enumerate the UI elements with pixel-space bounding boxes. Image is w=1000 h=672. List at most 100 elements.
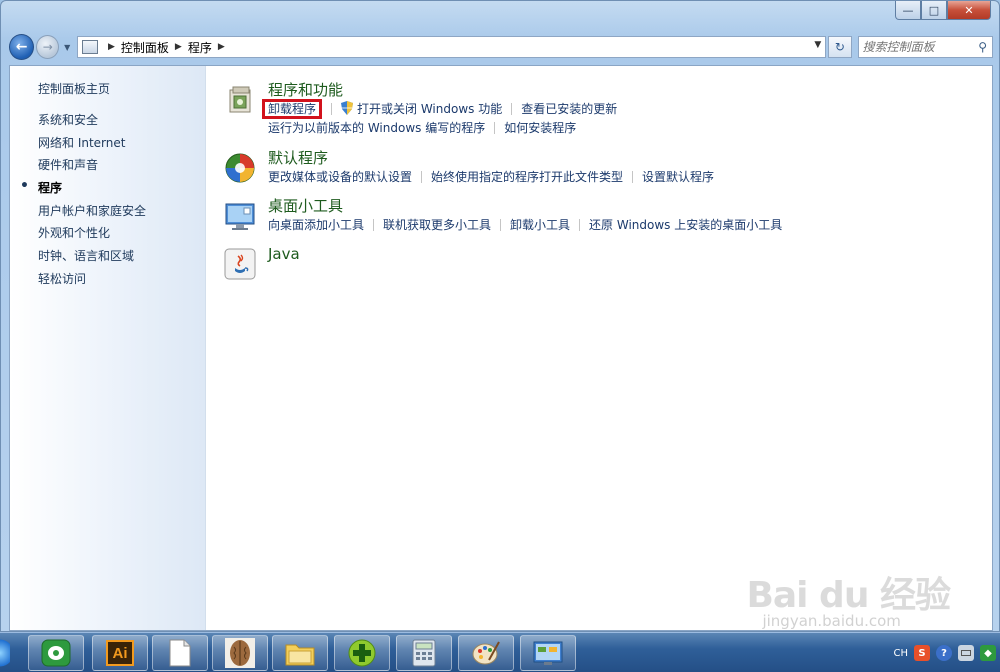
desktop-gadgets-icon[interactable] — [224, 200, 256, 232]
sidebar-item-user-accounts[interactable]: 用户帐户和家庭安全 — [38, 202, 205, 225]
sidebar-item-clock-language[interactable]: 时钟、语言和区域 — [38, 247, 205, 270]
back-arrow-icon: ← — [15, 39, 28, 55]
address-dropdown-icon[interactable]: ▼ — [814, 40, 821, 50]
breadcrumb-chevron-icon[interactable]: ▶ — [218, 42, 225, 52]
recent-pages-dropdown[interactable]: ▼ — [61, 43, 73, 52]
keyboard-icon[interactable] — [958, 645, 974, 661]
category-desktop-gadgets: 桌面小工具 向桌面添加小工具 联机获取更多小工具 卸载小工具 还原 Windows 上… — [224, 196, 984, 244]
sidebar-item-appearance[interactable]: 外观和个性化 — [38, 224, 205, 247]
blank-document-icon — [169, 639, 191, 667]
taskbar-app-control-panel[interactable] — [520, 635, 576, 671]
link-divider — [511, 103, 513, 115]
programs-features-icon[interactable] — [224, 84, 256, 116]
navigation-bar: ← → ▼ ▶ 控制面板 ▶ 程序 ▶ ▼ ↻ ⚲ — [9, 33, 993, 61]
file-explorer-icon — [285, 644, 315, 666]
taskbar-app-paint[interactable] — [458, 635, 514, 671]
link-divider — [331, 103, 333, 115]
search-icon[interactable]: ⚲ — [978, 40, 987, 54]
search-box[interactable]: ⚲ — [857, 36, 993, 58]
paint-icon — [472, 641, 500, 665]
control-panel-small-icon — [81, 40, 98, 54]
category-links: 向桌面添加小工具 联机获取更多小工具 卸载小工具 还原 Windows 上安装的桌面小… — [268, 216, 984, 235]
taskbar-app-green[interactable] — [28, 635, 84, 671]
taskbar-app-image[interactable] — [212, 635, 268, 671]
link-divider — [579, 219, 581, 231]
uninstall-program-link[interactable]: 卸载程序 — [262, 99, 323, 119]
taskbar-app-explorer[interactable] — [272, 635, 328, 671]
set-default-programs-link[interactable]: 设置默认程序 — [642, 170, 714, 184]
uninstall-gadget-link[interactable]: 卸载小工具 — [510, 218, 570, 232]
refresh-icon: ↻ — [834, 40, 845, 54]
breadcrumb-chevron-icon[interactable]: ▶ — [108, 42, 115, 52]
taskbar-app-calculator[interactable] — [396, 635, 452, 671]
back-button[interactable]: ← — [9, 34, 35, 60]
calculator-icon — [412, 639, 436, 667]
maximize-button[interactable]: □ — [921, 1, 947, 20]
sidebar-item-network-internet[interactable]: 网络和 Internet — [38, 134, 205, 157]
sidebar-item-system-security[interactable]: 系统和安全 — [38, 111, 205, 134]
sidebar-item-ease-of-access[interactable]: 轻松访问 — [38, 270, 205, 293]
address-bar[interactable]: ▶ 控制面板 ▶ 程序 ▶ ▼ — [76, 36, 827, 58]
security-shield-icon[interactable]: ◆ — [980, 645, 996, 661]
breadcrumb-programs[interactable]: 程序 — [188, 39, 212, 56]
link-divider — [632, 171, 634, 183]
how-to-install-link[interactable]: 如何安装程序 — [504, 121, 576, 135]
minimize-button[interactable]: — — [895, 1, 921, 20]
start-button[interactable] — [0, 637, 10, 669]
current-item-bullet-icon: • — [20, 178, 29, 195]
breadcrumb-chevron-icon[interactable]: ▶ — [175, 42, 182, 52]
view-installed-updates-link[interactable]: 查看已安装的更新 — [521, 102, 617, 116]
system-tray: CH S ? ◆ — [887, 637, 996, 669]
category-links: 卸载程序 打开或关闭 Windows 功能 查看已安装的更新 运行为以前版本的 Wi… — [262, 99, 984, 138]
category-title[interactable]: 桌面小工具 — [268, 196, 984, 216]
category-title[interactable]: Java — [268, 244, 984, 264]
taskbar: Ai CH S ? ◆ — [0, 632, 1000, 672]
link-divider — [421, 171, 423, 183]
control-panel-window: — □ ✕ ← → ▼ ▶ 控制面板 ▶ 程序 ▶ ▼ ↻ ⚲ 控制面板主页 系… — [0, 0, 1000, 632]
category-default-programs: 默认程序 更改媒体或设备的默认设置 始终使用指定的程序打开此文件类型 设置默认程序 — [224, 148, 984, 196]
add-gadgets-link[interactable]: 向桌面添加小工具 — [268, 218, 364, 232]
java-icon[interactable] — [224, 248, 256, 280]
turn-windows-features-link[interactable]: 打开或关闭 Windows 功能 — [357, 102, 502, 116]
main-panel: 程序和功能 卸载程序 打开或关闭 Windows 功能 查看已安装的更新 运行为以前… — [224, 80, 984, 284]
run-older-programs-link[interactable]: 运行为以前版本的 Windows 编写的程序 — [268, 121, 485, 135]
language-indicator[interactable]: CH — [893, 648, 908, 659]
change-media-defaults-link[interactable]: 更改媒体或设备的默认设置 — [268, 170, 412, 184]
green-plus-app-icon — [348, 639, 376, 667]
category-title[interactable]: 默认程序 — [268, 148, 984, 168]
refresh-button[interactable]: ↻ — [828, 36, 852, 58]
breadcrumb-control-panel[interactable]: 控制面板 — [121, 39, 169, 56]
link-divider — [373, 219, 375, 231]
taskbar-app-illustrator[interactable]: Ai — [92, 635, 148, 671]
ime-sogou-icon[interactable]: S — [914, 645, 930, 661]
get-more-gadgets-link[interactable]: 联机获取更多小工具 — [383, 218, 491, 232]
content-area: 控制面板主页 系统和安全 网络和 Internet 硬件和声音 • 程序 用户帐… — [9, 65, 993, 631]
category-programs-features: 程序和功能 卸载程序 打开或关闭 Windows 功能 查看已安装的更新 运行为以前… — [224, 80, 984, 148]
sidebar-home-link[interactable]: 控制面板主页 — [38, 80, 205, 97]
sidebar: 控制面板主页 系统和安全 网络和 Internet 硬件和声音 • 程序 用户帐… — [10, 66, 206, 630]
control-panel-icon — [533, 641, 563, 665]
green-app-icon — [41, 639, 71, 667]
file-type-association-link[interactable]: 始终使用指定的程序打开此文件类型 — [431, 170, 623, 184]
illustrator-icon: Ai — [106, 640, 134, 666]
caption-buttons: — □ ✕ — [895, 1, 991, 21]
taskbar-app-green-plus[interactable] — [334, 635, 390, 671]
forward-button[interactable]: → — [36, 35, 60, 59]
category-java: Java — [224, 244, 984, 284]
sidebar-item-programs[interactable]: • 程序 — [20, 178, 205, 202]
category-links: 更改媒体或设备的默认设置 始终使用指定的程序打开此文件类型 设置默认程序 — [268, 168, 984, 187]
help-icon[interactable]: ? — [936, 645, 952, 661]
close-button[interactable]: ✕ — [947, 1, 991, 20]
walnut-image-icon — [225, 638, 255, 668]
search-input[interactable] — [862, 40, 973, 54]
sidebar-item-hardware-sound[interactable]: 硬件和声音 — [38, 156, 205, 179]
restore-gadgets-link[interactable]: 还原 Windows 上安装的桌面小工具 — [589, 218, 782, 232]
forward-arrow-icon: → — [42, 40, 53, 54]
default-programs-icon[interactable] — [224, 152, 256, 184]
link-divider — [494, 122, 496, 134]
link-divider — [500, 219, 502, 231]
taskbar-app-document[interactable] — [152, 635, 208, 671]
sidebar-item-label: 程序 — [38, 181, 63, 196]
category-title[interactable]: 程序和功能 — [268, 80, 984, 100]
uac-shield-icon — [341, 101, 354, 115]
